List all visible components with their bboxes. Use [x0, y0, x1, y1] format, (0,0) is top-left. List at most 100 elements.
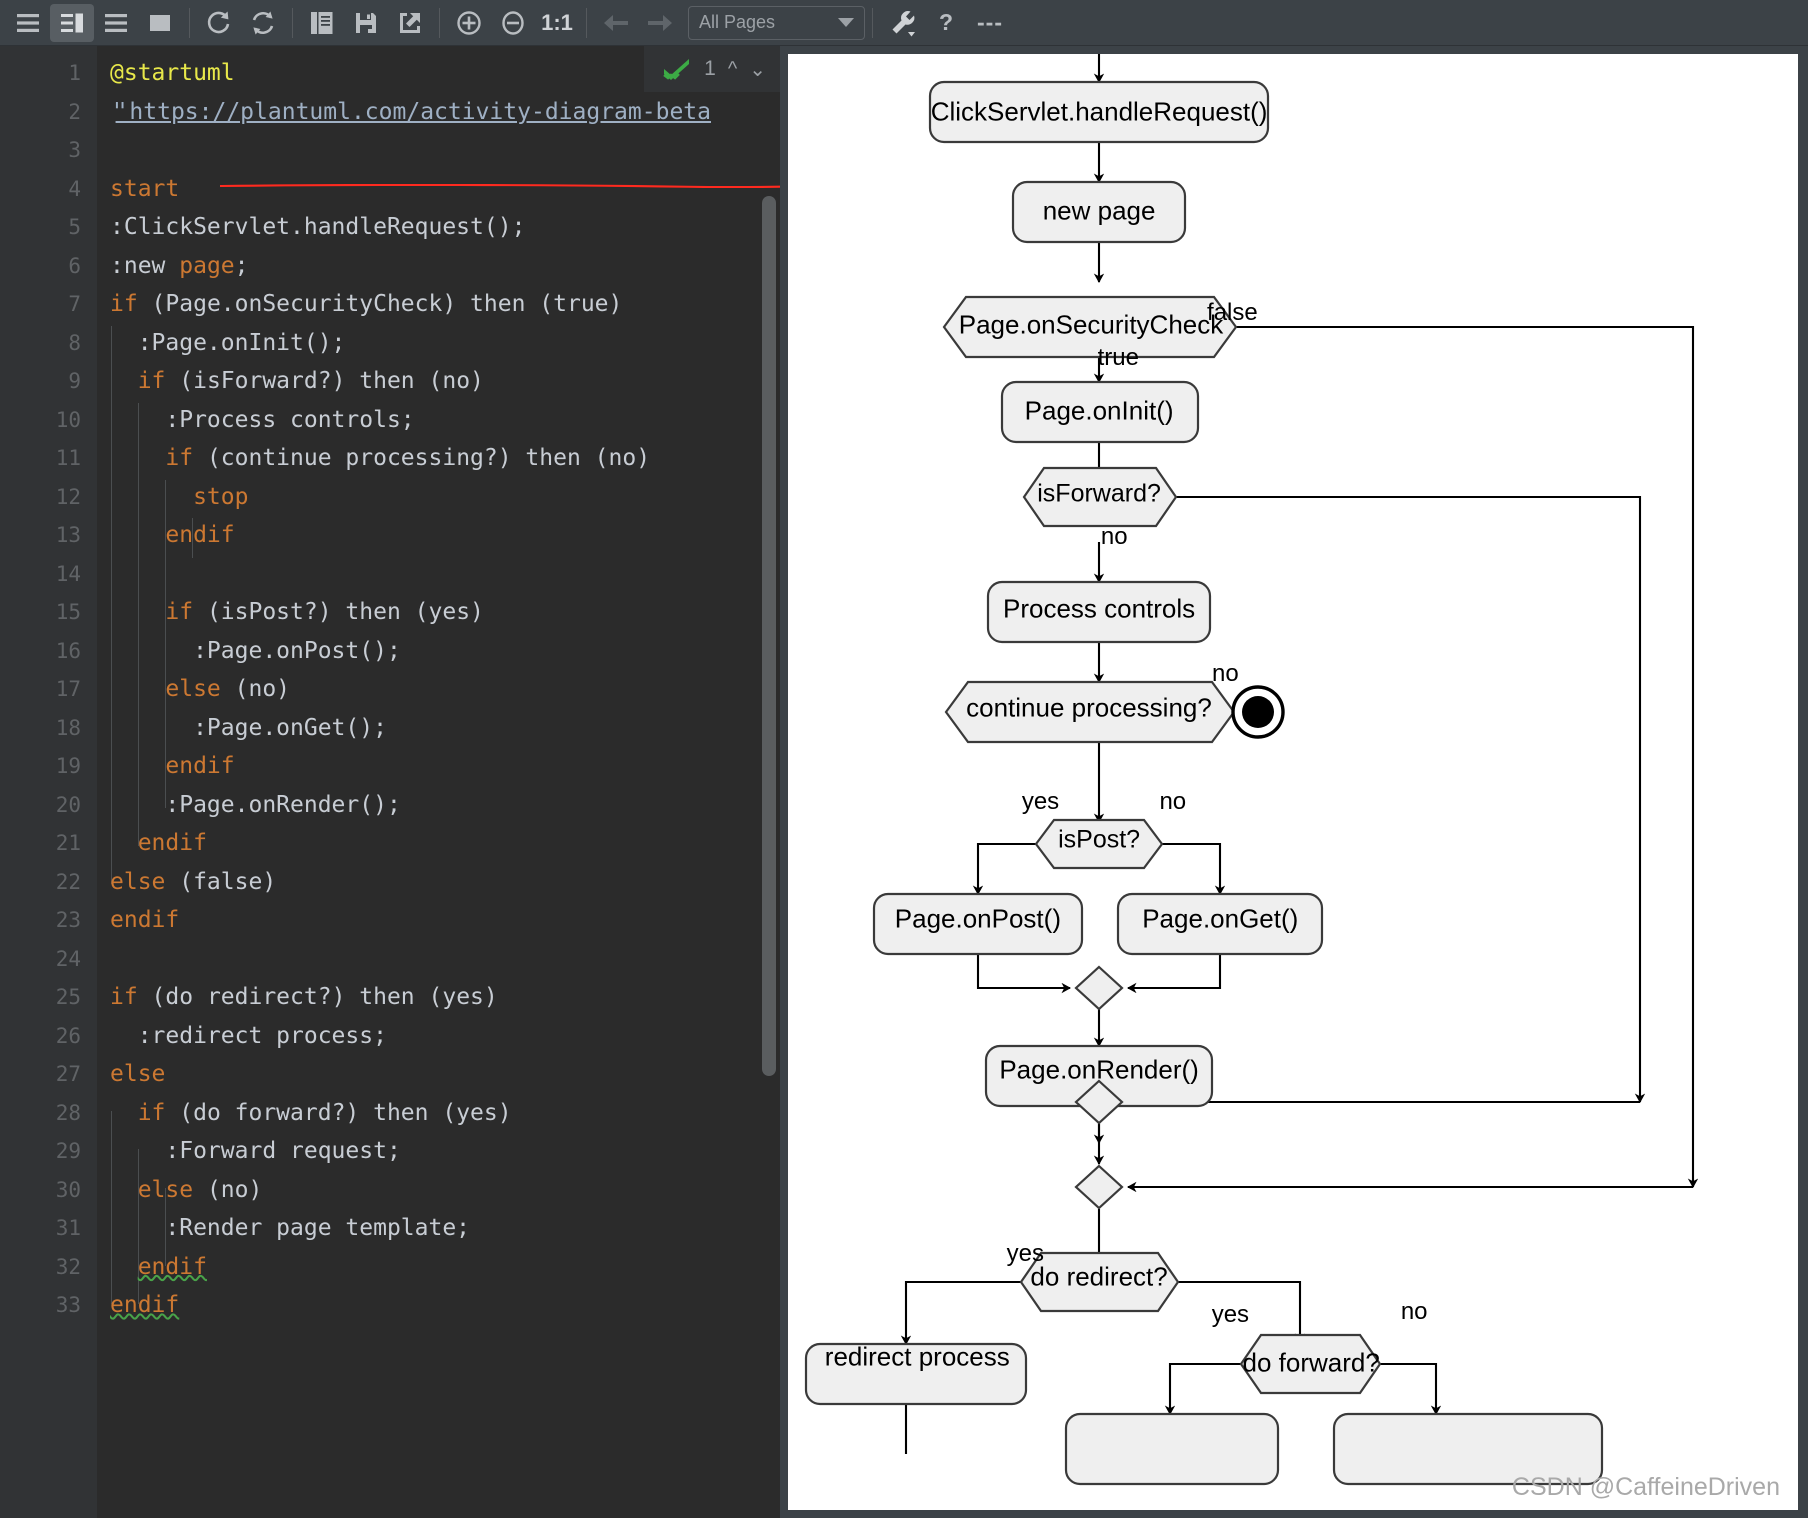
- code-line[interactable]: :Forward request;: [97, 1132, 780, 1171]
- node-forward-request[interactable]: [1066, 1414, 1278, 1484]
- menu-icon[interactable]: [6, 4, 50, 42]
- code-line[interactable]: :new page;: [97, 247, 780, 286]
- code-line[interactable]: if (isPost?) then (yes): [97, 593, 780, 632]
- code-line[interactable]: :Page.onPost();: [97, 632, 780, 671]
- code-line-text: :Render page template;: [110, 1215, 470, 1241]
- chevron-up-icon[interactable]: ^: [728, 58, 737, 81]
- line-number: 18: [0, 709, 81, 748]
- forward-arrow-glyph: [645, 10, 675, 36]
- refresh-glyph: [205, 9, 233, 37]
- line-number: 11: [0, 439, 81, 478]
- settings-wrench-icon[interactable]: [880, 4, 924, 42]
- code-line-text: endif: [110, 753, 235, 779]
- code-line[interactable]: :Page.onRender();: [97, 786, 780, 825]
- code-line[interactable]: endif: [97, 1248, 780, 1287]
- edge-label-security-true: true: [1098, 344, 1139, 372]
- code-line-text: :Process controls;: [110, 407, 415, 433]
- code-line[interactable]: :Page.onGet();: [97, 709, 780, 748]
- copy-icon[interactable]: [300, 4, 344, 42]
- code-line[interactable]: stop: [97, 478, 780, 517]
- line-number: 29: [0, 1132, 81, 1171]
- editor-scrollbar[interactable]: [762, 196, 776, 1076]
- line-number: 33: [0, 1286, 81, 1325]
- sync-glyph: [249, 9, 277, 37]
- node-label-security-check: Page.onSecurityCheck: [959, 309, 1223, 340]
- code-line[interactable]: if (continue processing?) then (no): [97, 439, 780, 478]
- line-number: 25: [0, 978, 81, 1017]
- chevron-down-icon[interactable]: ⌄: [749, 57, 766, 82]
- code-text-area[interactable]: @startuml ''https://plantuml.com/activit…: [97, 46, 780, 1518]
- list-view-icon[interactable]: [94, 4, 138, 42]
- code-line[interactable]: if (isForward?) then (no): [97, 362, 780, 401]
- line-number: 7: [0, 285, 81, 324]
- code-line[interactable]: else (false): [97, 863, 780, 902]
- code-line[interactable]: [97, 555, 780, 594]
- code-line-text: else: [110, 1061, 165, 1087]
- code-lines: @startuml ''https://plantuml.com/activit…: [97, 46, 780, 1325]
- code-line-text: endif: [110, 522, 235, 548]
- code-line-text: endif: [110, 830, 207, 856]
- code-line[interactable]: endif: [97, 1286, 780, 1325]
- code-line-text: :Page.onGet();: [110, 715, 387, 741]
- code-line[interactable]: endif: [97, 901, 780, 940]
- code-line[interactable]: start: [97, 170, 780, 209]
- code-line[interactable]: if (do forward?) then (yes): [97, 1094, 780, 1133]
- forward-arrow-icon[interactable]: [638, 4, 682, 42]
- node-label-do-forward: do forward?: [1243, 1347, 1380, 1378]
- code-line[interactable]: [97, 131, 780, 170]
- toolbar-divider: [586, 8, 587, 38]
- code-line[interactable]: if (Page.onSecurityCheck) then (true): [97, 285, 780, 324]
- line-number: 2: [0, 93, 81, 132]
- line-number: 31: [0, 1209, 81, 1248]
- code-line[interactable]: else: [97, 1055, 780, 1094]
- sync-icon[interactable]: [241, 4, 285, 42]
- export-icon[interactable]: [388, 4, 432, 42]
- code-line[interactable]: endif: [97, 824, 780, 863]
- line-number: 9: [0, 362, 81, 401]
- zoom-out-glyph: [499, 9, 527, 37]
- image-view-icon[interactable]: [138, 4, 182, 42]
- code-line[interactable]: :Render page template;: [97, 1209, 780, 1248]
- menu-glyph: [15, 10, 41, 36]
- code-line[interactable]: :Page.onInit();: [97, 324, 780, 363]
- more-options-button[interactable]: ---: [968, 4, 1012, 42]
- line-number: 20: [0, 786, 81, 825]
- split-view-glyph: [59, 10, 85, 36]
- code-line[interactable]: ''https://plantuml.com/activity-diagram-…: [97, 93, 780, 132]
- line-number: 21: [0, 824, 81, 863]
- zoom-reset-icon[interactable]: 1:1: [535, 4, 579, 42]
- toolbar-divider: [292, 8, 293, 38]
- diagram-canvas[interactable]: ClickServlet.handleRequest() new page Pa…: [788, 54, 1798, 1510]
- split-view-icon[interactable]: [50, 4, 94, 42]
- line-number: 22: [0, 863, 81, 902]
- inspection-status-widget[interactable]: 1 ^ ⌄: [644, 46, 780, 92]
- code-line[interactable]: :redirect process;: [97, 1017, 780, 1056]
- line-number: 4: [0, 170, 81, 209]
- code-line[interactable]: if (do redirect?) then (yes): [97, 978, 780, 1017]
- line-number: 23: [0, 901, 81, 940]
- code-line[interactable]: :ClickServlet.handleRequest();: [97, 208, 780, 247]
- line-number: 19: [0, 747, 81, 786]
- code-editor-panel[interactable]: 1 2 3 4 5 6 7 8 9 10 11 12 13 14 15 16 1…: [0, 46, 780, 1518]
- line-number: 1: [0, 54, 81, 93]
- back-arrow-icon[interactable]: [594, 4, 638, 42]
- code-line[interactable]: endif: [97, 747, 780, 786]
- code-line[interactable]: else (no): [97, 670, 780, 709]
- refresh-icon[interactable]: [197, 4, 241, 42]
- save-icon[interactable]: [344, 4, 388, 42]
- code-line[interactable]: endif: [97, 516, 780, 555]
- edge-label-forward-no: no: [1401, 1298, 1428, 1326]
- plantuml-editor-window: 1:1 All Pages ? ---: [0, 0, 1808, 1518]
- help-button[interactable]: ?: [924, 4, 968, 42]
- code-line[interactable]: :Process controls;: [97, 401, 780, 440]
- save-glyph: [353, 10, 379, 36]
- code-line[interactable]: [97, 940, 780, 979]
- zoom-in-icon[interactable]: [447, 4, 491, 42]
- diagram-preview-panel: ClickServlet.handleRequest() new page Pa…: [780, 46, 1808, 1518]
- zoom-out-icon[interactable]: [491, 4, 535, 42]
- node-label-redirect-process: redirect process: [825, 1342, 1010, 1373]
- code-line[interactable]: else (no): [97, 1171, 780, 1210]
- page-selector[interactable]: All Pages: [688, 6, 865, 40]
- code-line-text: :Page.onRender();: [110, 792, 401, 818]
- node-label-new-page: new page: [1043, 196, 1156, 227]
